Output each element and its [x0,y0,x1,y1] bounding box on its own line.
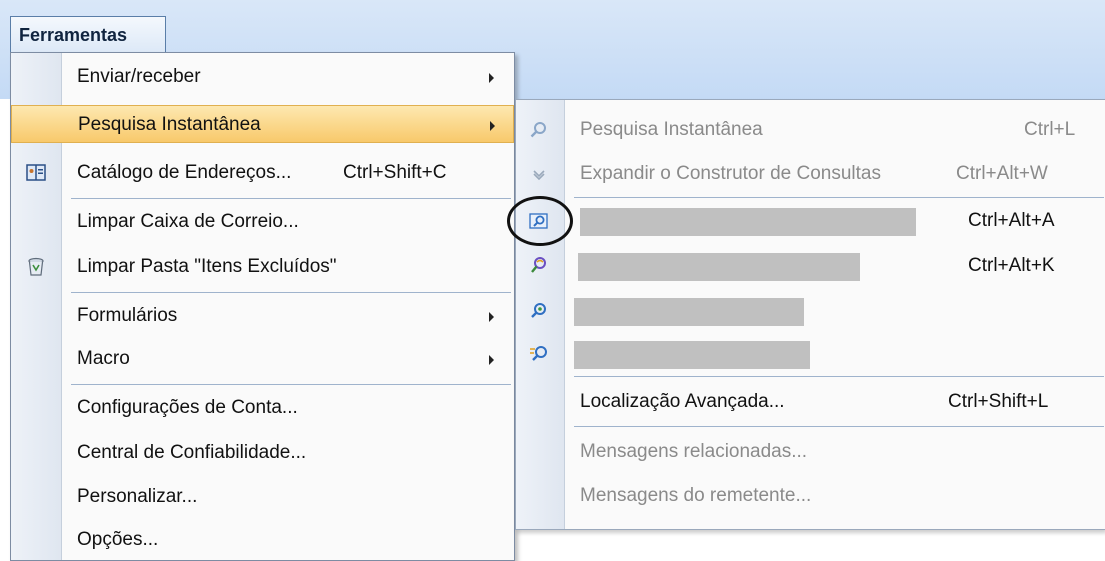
search-options-icon [528,300,550,322]
redacted-label [580,208,916,236]
menu-item-central-confiabilidade[interactable]: Central de Confiabilidade... [11,434,514,472]
submenu-separator [574,376,1104,377]
trash-icon [25,256,47,278]
menu-item-catalogo-enderecos[interactable]: Catálogo de Endereços... Ctrl+Shift+C [11,154,514,192]
menu-item-formularios[interactable]: Formulários [11,297,514,335]
highlight-circle [507,196,573,246]
instant-search-submenu: Pesquisa Instantânea Ctrl+L Expandir o C… [515,99,1105,530]
redacted-label [578,253,860,281]
menu-item-personalizar[interactable]: Personalizar... [11,478,514,516]
submenu-item-expandir-construtor[interactable]: Expandir o Construtor de Consultas Ctrl+… [516,155,1104,193]
search-advanced-icon [528,343,550,365]
submenu-separator [574,426,1104,427]
submenu-item-localizacao-avancada[interactable]: Localização Avançada... Ctrl+Shift+L [516,383,1104,421]
search-icon [528,119,550,141]
menu-tab-ferramentas[interactable]: Ferramentas [10,16,166,52]
submenu-item-redacted-3[interactable] [516,292,1104,330]
chevron-down-icon [528,163,550,185]
menu-separator [71,198,511,199]
search-color-icon [528,255,550,277]
submenu-item-mensagens-remetente[interactable]: Mensagens do remetente... [516,477,1104,515]
submenu-item-redacted-1[interactable]: Ctrl+Alt+A [516,202,1104,240]
menu-item-opcoes[interactable]: Opções... [11,521,514,559]
submenu-item-redacted-2[interactable]: Ctrl+Alt+K [516,247,1104,285]
menu-item-limpar-pasta-excluidos[interactable]: Limpar Pasta "Itens Excluídos" [11,248,514,286]
menu-separator [71,384,511,385]
tools-menu: Enviar/receber Pesquisa Instantânea Catá… [10,52,515,561]
menu-item-enviar-receber[interactable]: Enviar/receber [11,58,514,96]
menu-tab-label: Ferramentas [19,25,128,45]
menu-item-configuracoes-conta[interactable]: Configurações de Conta... [11,389,514,427]
submenu-arrow-icon [489,73,494,83]
menu-separator [71,292,511,293]
menu-item-pesquisa-instantanea[interactable]: Pesquisa Instantânea [11,105,514,143]
address-book-icon [25,162,47,184]
submenu-arrow-icon [489,312,494,322]
menu-item-limpar-caixa[interactable]: Limpar Caixa de Correio... [11,203,514,241]
submenu-arrow-icon [489,355,494,365]
submenu-item-mensagens-relacionadas[interactable]: Mensagens relacionadas... [516,433,1104,471]
submenu-item-redacted-4[interactable] [516,335,1104,373]
redacted-label [574,341,810,369]
submenu-arrow-icon [490,121,495,131]
menu-item-macro[interactable]: Macro [11,340,514,378]
redacted-label [574,298,804,326]
submenu-separator [574,197,1104,198]
submenu-item-pesquisa-instantanea[interactable]: Pesquisa Instantânea Ctrl+L [516,111,1104,149]
